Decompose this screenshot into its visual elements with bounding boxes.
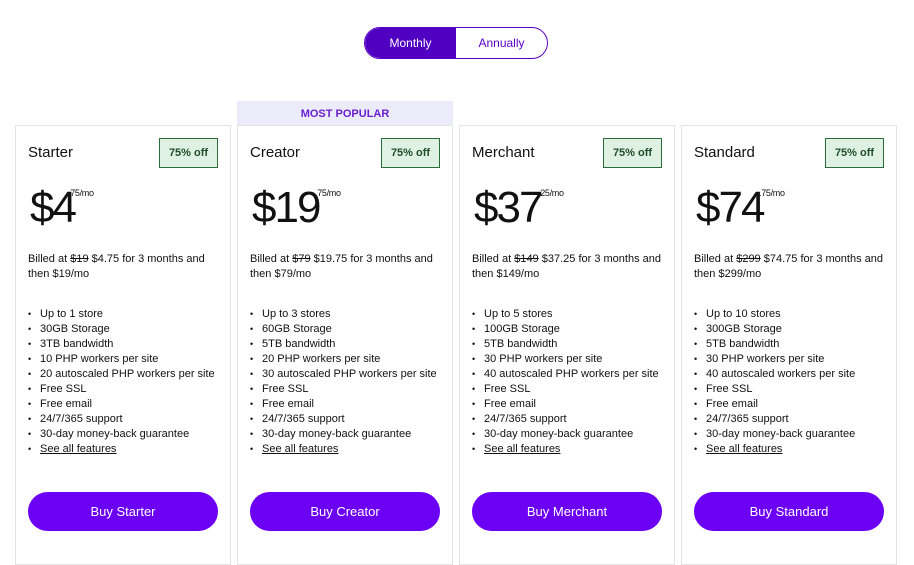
feature-item: 24/7/365 support (250, 412, 437, 427)
discount-badge: 75% off (381, 138, 440, 168)
feature-item: 5TB bandwidth (694, 337, 855, 352)
feature-item: 40 autoscaled workers per site (694, 367, 855, 382)
billing-note: Billed at $149 $37.25 for 3 months and t… (472, 252, 668, 282)
see-all-features-link[interactable]: See all features (484, 443, 560, 455)
feature-item: 40 autoscaled PHP workers per site (472, 367, 659, 382)
plan-price: $19 (252, 183, 321, 232)
feature-list: Up to 10 stores300GB Storage5TB bandwidt… (694, 307, 855, 457)
feature-list: Up to 5 stores100GB Storage5TB bandwidth… (472, 307, 659, 457)
plan-name: Standard (694, 144, 755, 161)
feature-item: Free email (28, 397, 215, 412)
feature-list: Up to 1 store30GB Storage3TB bandwidth10… (28, 307, 215, 457)
feature-item-link: See all features (250, 442, 437, 457)
old-price: $79 (292, 253, 311, 265)
feature-item: 100GB Storage (472, 322, 659, 337)
see-all-features-link[interactable]: See all features (40, 443, 116, 455)
discount-badge: 75% off (159, 138, 218, 168)
feature-item: 20 PHP workers per site (250, 352, 437, 367)
buy-merchant-button[interactable]: Buy Merchant (472, 492, 662, 531)
feature-item-link: See all features (472, 442, 659, 457)
feature-item: 5TB bandwidth (250, 337, 437, 352)
feature-item: Up to 3 stores (250, 307, 437, 322)
feature-item: 24/7/365 support (472, 412, 659, 427)
feature-item: 30 PHP workers per site (694, 352, 855, 367)
plan-price: $37 (474, 183, 543, 232)
billing-note: Billed at $299 $74.75 for 3 months and t… (694, 252, 890, 282)
toggle-annually[interactable]: Annually (456, 28, 547, 58)
see-all-features-link[interactable]: See all features (706, 443, 782, 455)
feature-item: Free SSL (250, 382, 437, 397)
feature-item: Free email (472, 397, 659, 412)
discount-badge: 75% off (825, 138, 884, 168)
feature-item: Up to 1 store (28, 307, 215, 322)
billed-prefix: Billed at (28, 253, 71, 265)
feature-item: 30-day money-back guarantee (472, 427, 659, 442)
feature-item: 30 autoscaled PHP workers per site (250, 367, 437, 382)
feature-item: 3TB bandwidth (28, 337, 215, 352)
old-price: $299 (736, 253, 761, 265)
buy-starter-button[interactable]: Buy Starter (28, 492, 218, 531)
feature-item: 30-day money-back guarantee (28, 427, 215, 442)
feature-item: Free SSL (472, 382, 659, 397)
feature-item-link: See all features (694, 442, 855, 457)
billing-toggle[interactable]: Monthly Annually (364, 27, 548, 59)
most-popular-banner: MOST POPULAR (237, 101, 453, 126)
feature-item: Up to 5 stores (472, 307, 659, 322)
feature-item: Free email (250, 397, 437, 412)
feature-item-link: See all features (28, 442, 215, 457)
buy-standard-button[interactable]: Buy Standard (694, 492, 884, 531)
buy-creator-button[interactable]: Buy Creator (250, 492, 440, 531)
feature-item: 30 PHP workers per site (472, 352, 659, 367)
billed-prefix: Billed at (250, 253, 293, 265)
plan-card-standard: Standard 75% off $74 .75/mo Billed at $2… (681, 125, 897, 565)
old-price: $19 (70, 253, 89, 265)
feature-item: 24/7/365 support (694, 412, 855, 427)
billed-prefix: Billed at (694, 253, 737, 265)
feature-list: Up to 3 stores60GB Storage5TB bandwidth2… (250, 307, 437, 457)
plan-price: $74 (696, 183, 765, 232)
feature-item: 30GB Storage (28, 322, 215, 337)
feature-item: Free SSL (694, 382, 855, 397)
plan-card-creator: Creator 75% off $19 .75/mo Billed at $79… (237, 125, 453, 565)
see-all-features-link[interactable]: See all features (262, 443, 338, 455)
plan-name: Merchant (472, 144, 535, 161)
price-cents: .75/mo (315, 188, 341, 198)
billing-note: Billed at $79 $19.75 for 3 months and th… (250, 252, 446, 282)
feature-item: 20 autoscaled PHP workers per site (28, 367, 215, 382)
feature-item: 24/7/365 support (28, 412, 215, 427)
feature-item: 60GB Storage (250, 322, 437, 337)
price-cents: .25/mo (538, 188, 564, 198)
price-cents: .75/mo (68, 188, 94, 198)
feature-item: Up to 10 stores (694, 307, 855, 322)
old-price: $149 (514, 253, 539, 265)
discount-badge: 75% off (603, 138, 662, 168)
plan-name: Creator (250, 144, 301, 161)
toggle-monthly[interactable]: Monthly (365, 28, 456, 58)
feature-item: 10 PHP workers per site (28, 352, 215, 367)
billing-note: Billed at $19 $4.75 for 3 months and the… (28, 252, 224, 282)
plan-name: Starter (28, 144, 74, 161)
feature-item: Free email (694, 397, 855, 412)
feature-item: 30-day money-back guarantee (250, 427, 437, 442)
price-cents: .75/mo (759, 188, 785, 198)
plan-card-starter: Starter 75% off $4 .75/mo Billed at $19 … (15, 125, 231, 565)
feature-item: 5TB bandwidth (472, 337, 659, 352)
plan-card-merchant: Merchant 75% off $37 .25/mo Billed at $1… (459, 125, 675, 565)
feature-item: Free SSL (28, 382, 215, 397)
billed-prefix: Billed at (472, 253, 515, 265)
feature-item: 30-day money-back guarantee (694, 427, 855, 442)
feature-item: 300GB Storage (694, 322, 855, 337)
